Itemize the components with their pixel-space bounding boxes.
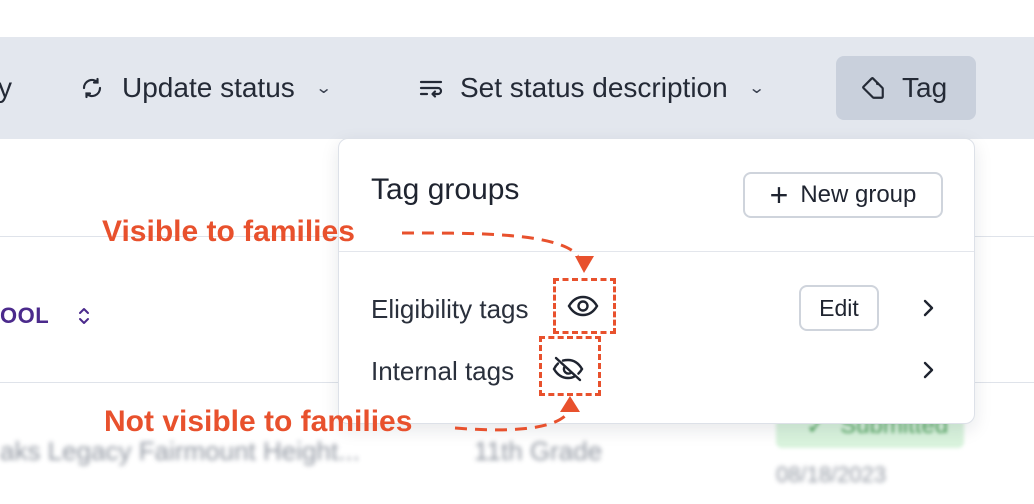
arrow-head-down-icon — [575, 256, 594, 273]
arrow-head-up-icon — [560, 396, 580, 412]
annotation-arrows — [401, 231, 594, 432]
screen: y Update status ⌄ Set status description… — [0, 0, 1034, 504]
